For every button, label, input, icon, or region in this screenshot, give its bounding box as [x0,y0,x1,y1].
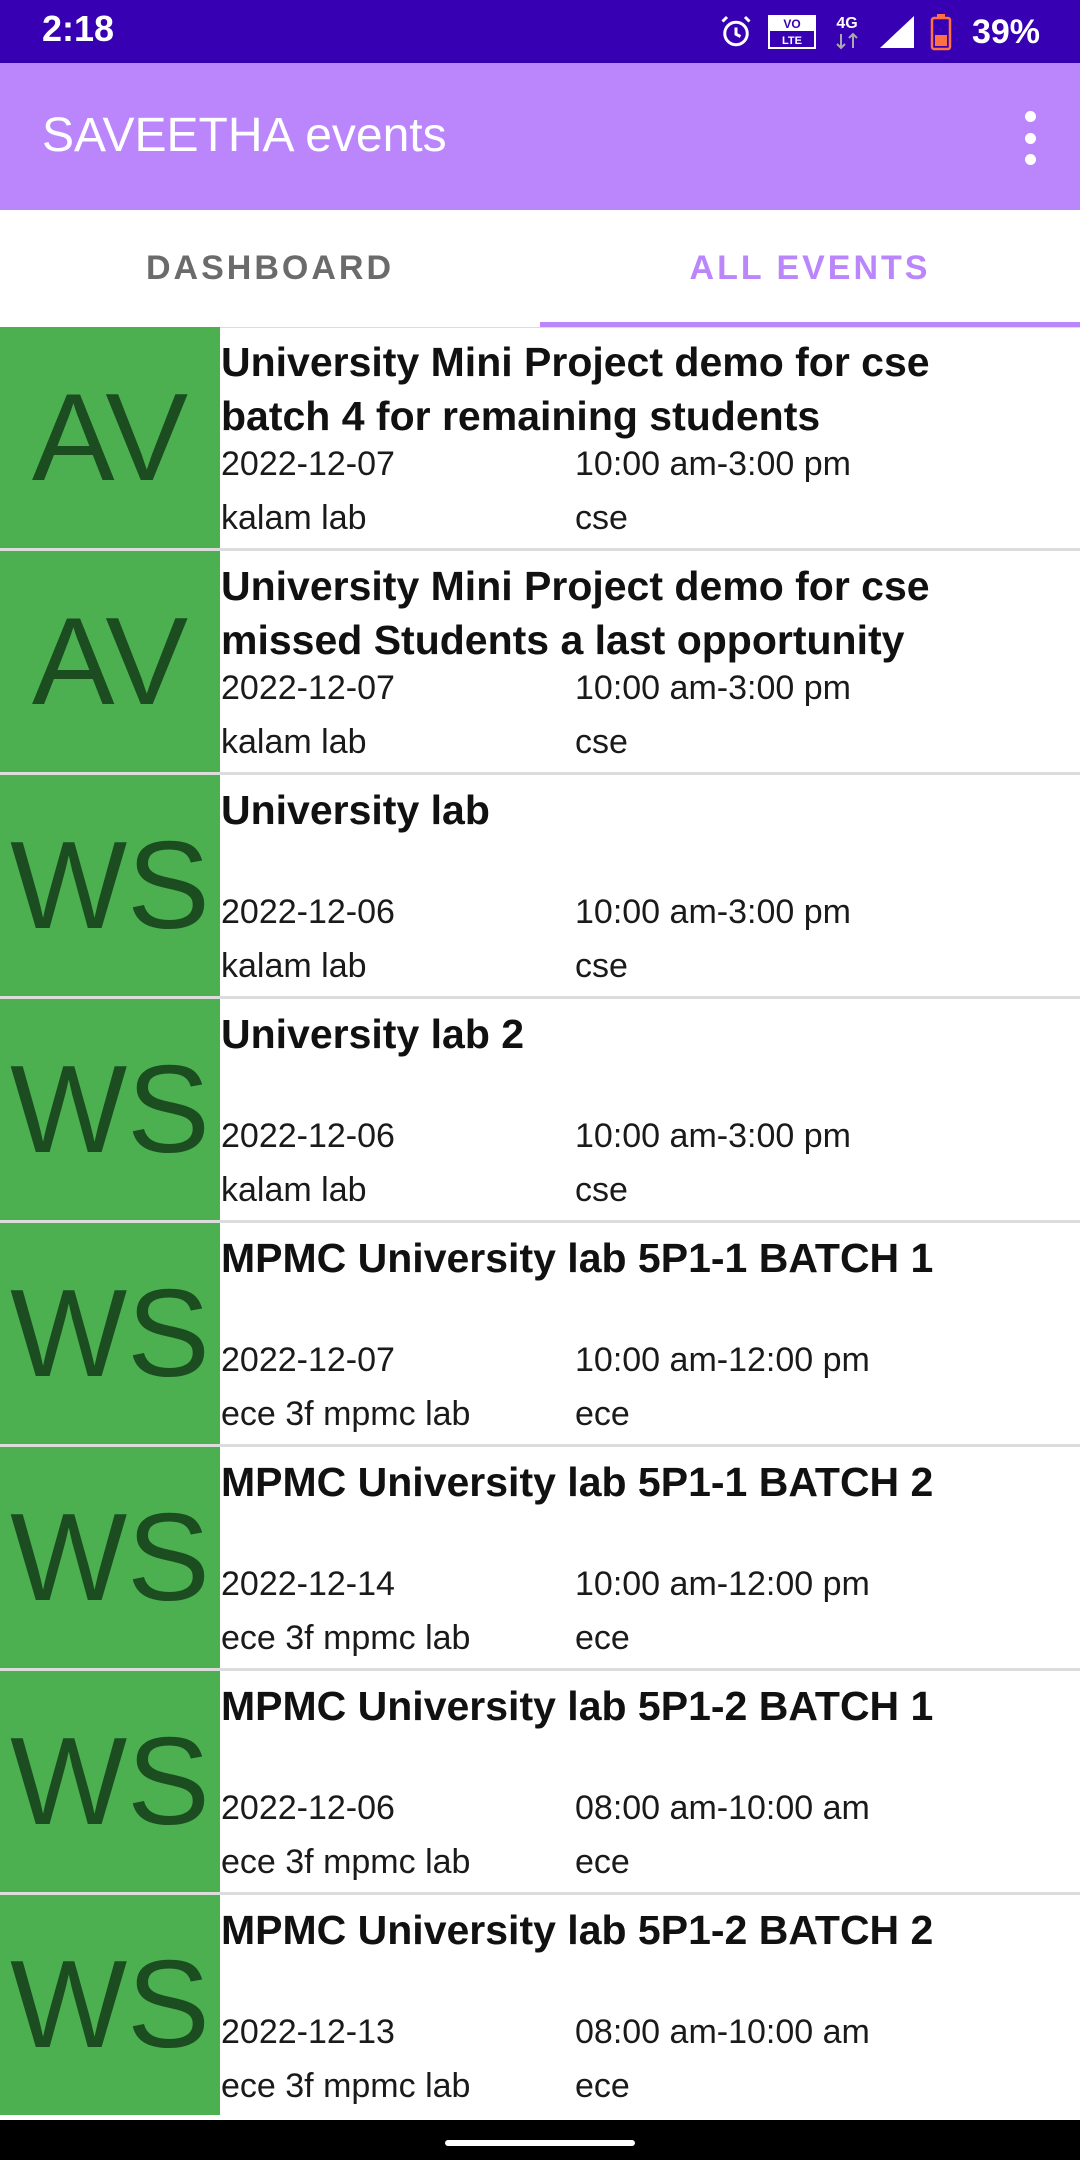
event-department: ece [575,1395,630,1433]
overflow-menu-icon[interactable] [1010,111,1050,165]
event-venue: kalam lab [221,499,367,537]
event-badge: WS [0,1447,220,1668]
tab-all-events[interactable]: ALL EVENTS [540,210,1080,327]
event-department: ece [575,2067,630,2105]
event-date: 2022-12-06 [221,1789,395,1827]
event-venue: ece 3f mpmc lab [221,1395,471,1433]
event-department: ece [575,1843,630,1881]
event-badge: AV [0,551,220,772]
navigation-bar [0,2120,1080,2160]
app-bar: SAVEETHA events [0,63,1080,210]
svg-text:VO: VO [783,17,800,31]
events-list: AV University Mini Project demo for cse … [0,327,1080,2115]
event-row[interactable]: WS MPMC University lab 5P1-1 BATCH 2 202… [0,1447,1080,1671]
event-time: 08:00 am-10:00 am [575,1789,870,1827]
event-row[interactable]: WS MPMC University lab 5P1-2 BATCH 2 202… [0,1895,1080,2115]
event-time: 10:00 am-3:00 pm [575,1117,851,1155]
event-venue: kalam lab [221,947,367,985]
event-title: University Mini Project demo for cse mis… [221,563,930,663]
event-title: University lab 2 [221,1011,525,1057]
event-badge: WS [0,1223,220,1444]
svg-text:LTE: LTE [782,35,802,47]
alarm-icon [721,15,751,47]
event-date: 2022-12-06 [221,1117,395,1155]
network-4g-icon: 4G [836,15,858,50]
event-row[interactable]: AV University Mini Project demo for cse … [0,327,1080,551]
app-title: SAVEETHA events [42,109,447,162]
event-title: MPMC University lab 5P1-1 BATCH 1 [221,1235,934,1281]
status-bar: 2:18 VO LTE 4G 39% [0,0,1080,63]
signal-icon [879,16,914,48]
event-time: 10:00 am-12:00 pm [575,1565,870,1603]
svg-text:4G: 4G [836,15,857,32]
event-date: 2022-12-06 [221,893,395,931]
event-title: University Mini Project demo for cse bat… [221,339,930,439]
event-department: cse [575,947,628,985]
event-badge: WS [0,775,220,996]
event-date: 2022-12-07 [221,1341,395,1379]
status-time: 2:18 [42,8,115,49]
event-venue: kalam lab [221,723,367,761]
event-venue: ece 3f mpmc lab [221,2067,471,2105]
battery-percent: 39% [971,12,1040,51]
event-time: 10:00 am-3:00 pm [575,893,851,931]
event-title: MPMC University lab 5P1-2 BATCH 1 [221,1683,934,1729]
volte-icon: VO LTE [767,15,816,49]
event-title: University lab [221,787,490,833]
event-time: 08:00 am-10:00 am [575,2013,870,2051]
tab-bar: DASHBOARD ALL EVENTS [0,210,1080,328]
event-row[interactable]: AV University Mini Project demo for cse … [0,551,1080,775]
event-badge: AV [0,327,220,548]
event-department: cse [575,499,628,537]
event-venue: ece 3f mpmc lab [221,1843,471,1881]
event-badge: WS [0,999,220,1220]
event-date: 2022-12-07 [221,669,395,707]
event-department: ece [575,1619,630,1657]
event-date: 2022-12-07 [221,445,395,483]
battery-icon [930,14,952,51]
event-row[interactable]: WS University lab 2 2022-12-06 10:00 am-… [0,999,1080,1223]
event-time: 10:00 am-3:00 pm [575,669,851,707]
event-title: MPMC University lab 5P1-2 BATCH 2 [221,1907,934,1953]
event-department: cse [575,1171,628,1209]
home-gesture-handle[interactable] [445,2140,635,2146]
event-time: 10:00 am-12:00 pm [575,1341,870,1379]
event-date: 2022-12-13 [221,2013,395,2051]
event-date: 2022-12-14 [221,1565,395,1603]
event-row[interactable]: WS MPMC University lab 5P1-1 BATCH 1 202… [0,1223,1080,1447]
event-time: 10:00 am-3:00 pm [575,445,851,483]
event-title: MPMC University lab 5P1-1 BATCH 2 [221,1459,934,1505]
event-row[interactable]: WS MPMC University lab 5P1-2 BATCH 1 202… [0,1671,1080,1895]
event-venue: ece 3f mpmc lab [221,1619,471,1657]
event-row[interactable]: WS University lab 2022-12-06 10:00 am-3:… [0,775,1080,999]
event-department: cse [575,723,628,761]
event-badge: WS [0,1895,220,2115]
tab-dashboard[interactable]: DASHBOARD [0,210,540,327]
status-icons: VO LTE 4G 39% [718,8,1040,56]
event-venue: kalam lab [221,1171,367,1209]
event-badge: WS [0,1671,220,1892]
